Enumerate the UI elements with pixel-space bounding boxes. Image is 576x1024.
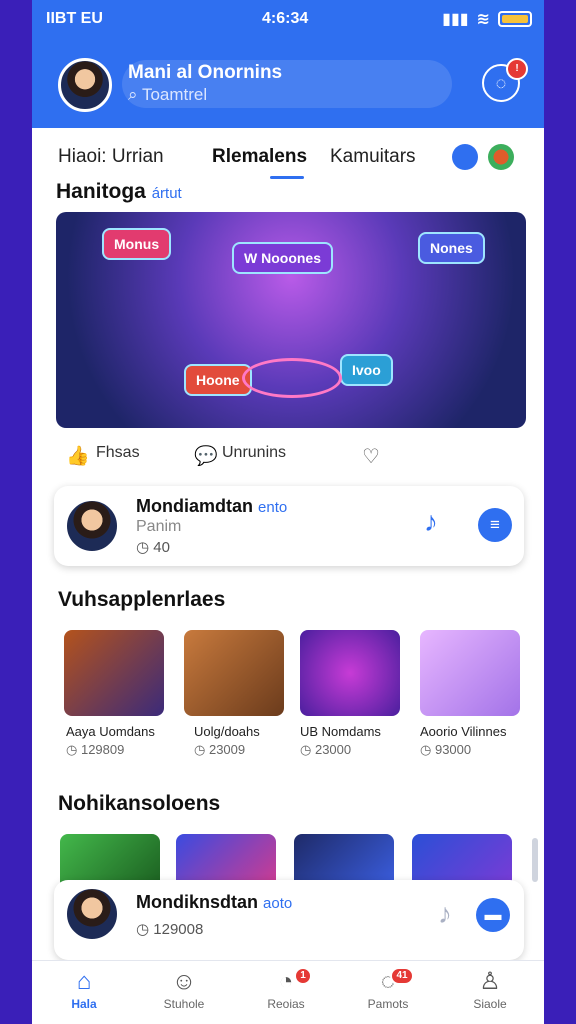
heart-icon[interactable]: ♡ — [362, 444, 380, 469]
tab-0[interactable]: Hiaoi: Urrian — [58, 146, 164, 168]
thumb-meta: ◷ 23000 — [300, 742, 352, 757]
thumb-meta: ◷ 23009 — [194, 742, 246, 757]
thumb-label: UB Nomdams — [300, 724, 381, 739]
nav-badge: 41 — [390, 967, 414, 985]
nav-label: Pamots — [367, 997, 409, 1011]
featured-banner[interactable]: Monus W Nooones Nones Hoone Ivoo — [56, 212, 526, 428]
tab-1[interactable]: Rlemalens — [212, 146, 307, 168]
wifi-icon: ≋ — [476, 11, 490, 28]
section-title: Hanitoga ártut — [56, 180, 182, 203]
search-bar[interactable]: Mani al Onornins ⌕ Toamtrel — [122, 60, 452, 108]
creator-meta: ◷ 40 — [136, 539, 170, 556]
creator-avatar — [64, 886, 120, 942]
scrollbar[interactable] — [532, 838, 538, 882]
user-icon: ♙ — [479, 968, 501, 995]
clock: 4:6:34 — [262, 10, 309, 27]
banner-chip: W Nooones — [232, 242, 333, 274]
notification-badge: ! — [506, 58, 528, 80]
home-icon: ⌂ — [76, 968, 92, 995]
status-bar: IIBT EU 4:6:34 ▮▮▮ ≋ — [32, 0, 544, 40]
thumb-label: Uolg/doahs — [194, 724, 260, 739]
thumb-meta: ◷ 93000 — [420, 742, 472, 757]
chat-icon: ◌ — [380, 968, 396, 995]
nav-badge: 1 — [294, 967, 312, 985]
thumbnail[interactable] — [184, 630, 284, 716]
nav-notifications[interactable]: ◔ Reoias — [246, 967, 326, 1011]
clock-icon: ◔ — [278, 968, 294, 995]
profile-avatar[interactable] — [58, 58, 112, 112]
music-note-icon[interactable]: ♪ — [424, 506, 438, 538]
app-frame: IIBT EU 4:6:34 ▮▮▮ ≋ Mani al Onornins ⌕ … — [32, 0, 544, 1024]
creator-name: Mondiamdtan ento — [136, 496, 288, 516]
creator-subtitle: Panim — [136, 518, 182, 535]
banner-chip: Ivoo — [340, 354, 393, 386]
section-title: Nohikansoloens — [58, 792, 221, 815]
banner-chip: Monus — [102, 228, 172, 260]
like-icon[interactable]: 👍 — [66, 444, 90, 468]
person-icon: ☺ — [171, 968, 197, 995]
thumb-meta: ◷ 129809 — [66, 742, 125, 757]
bottom-nav: ⌂ Hala ☺ Stuhole ◔ Reoias ◌ Pamots ♙ Sia… — [32, 960, 544, 1024]
reaction-row: 👍 Fhsas 💬 Unrunins ♡ — [62, 440, 532, 470]
search-placeholder: ⌕ Toamtrel — [128, 85, 208, 104]
tab-2[interactable]: Kamuitars — [330, 146, 416, 168]
like-label[interactable]: Fhsas — [96, 444, 140, 462]
creator-card-2[interactable]: Mondiknsdtan aoto ◷ 129008 ♪ ▬ — [54, 880, 524, 960]
chat-button[interactable]: ≡ — [478, 508, 512, 542]
creator-avatar — [64, 498, 120, 554]
creator-name: Mondiknsdtan aoto — [136, 892, 293, 912]
tab-icons — [452, 144, 514, 170]
bell-icon[interactable] — [452, 144, 478, 170]
tab-indicator — [270, 176, 304, 179]
music-note-icon[interactable]: ♪ — [438, 898, 452, 930]
stage-ring — [242, 358, 342, 398]
creator-meta: ◷ 129008 — [136, 921, 204, 938]
nav-home[interactable]: ⌂ Hala — [44, 967, 124, 1011]
nav-messages[interactable]: ◌ Pamots — [348, 967, 428, 1011]
status-icons: ▮▮▮ ≋ — [442, 9, 532, 29]
nav-settings[interactable]: ♙ Siaole — [450, 967, 530, 1011]
carrier: IIBT EU — [46, 10, 103, 27]
signal-icon: ▮▮▮ — [442, 11, 469, 28]
comment-icon[interactable]: 💬 — [194, 444, 218, 468]
profile-name: Mani al Onornins — [128, 62, 283, 83]
creator-card[interactable]: Mondiamdtan ento Panim ◷ 40 ♪ ≡ — [54, 486, 524, 566]
nav-label: Reoias — [267, 997, 305, 1011]
nav-label: Stuhole — [163, 997, 205, 1011]
thumbnail[interactable] — [420, 630, 520, 716]
avatar-icon[interactable] — [488, 144, 514, 170]
section-title: Vuhsapplenrlaes — [58, 588, 226, 611]
nav-profile[interactable]: ☺ Stuhole — [144, 967, 224, 1011]
thumb-label: Aaya Uomdans — [66, 724, 155, 739]
chat-button[interactable]: ▬ — [476, 898, 510, 932]
chat-icon: ◌ — [495, 73, 507, 93]
nav-label: Siaole — [473, 997, 507, 1011]
battery-icon — [498, 11, 532, 27]
thumb-label: Aoorio Vilinnes — [420, 724, 507, 739]
comment-label[interactable]: Unrunins — [222, 444, 286, 462]
banner-chip: Nones — [418, 232, 485, 264]
thumbnail[interactable] — [64, 630, 164, 716]
nav-label: Hala — [71, 997, 97, 1011]
thumbnail[interactable] — [300, 630, 400, 716]
